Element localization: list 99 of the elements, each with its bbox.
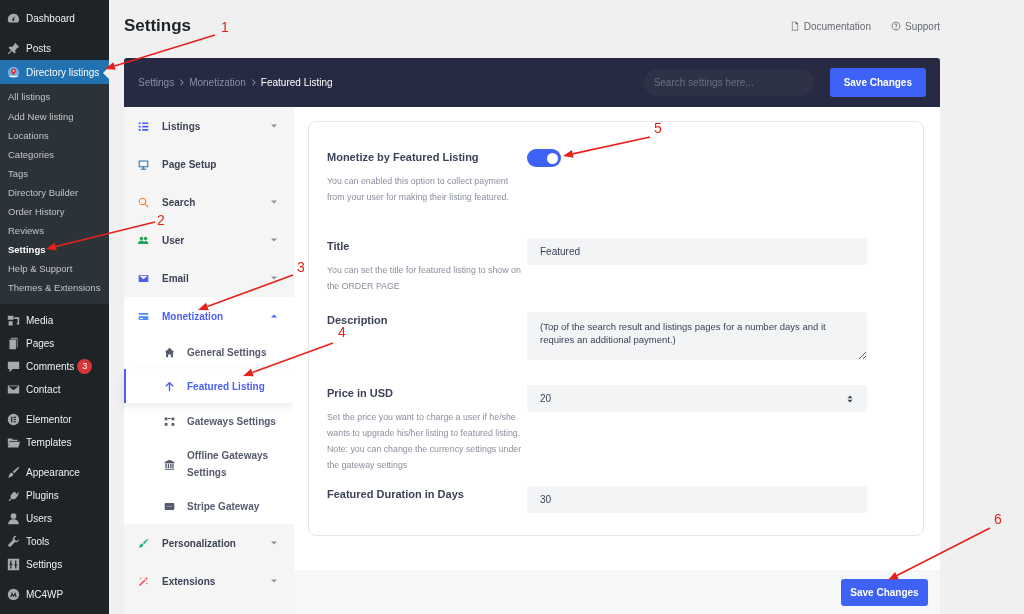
- bank-icon: [164, 458, 175, 470]
- input-field[interactable]: Featured: [527, 238, 867, 265]
- brush-icon: [138, 537, 149, 549]
- breadcrumb-link[interactable]: Settings: [138, 75, 175, 90]
- pages-icon: [7, 337, 20, 351]
- menu-item[interactable]: Media: [0, 309, 109, 333]
- submenu-item[interactable]: All listings: [0, 88, 109, 108]
- field-label: Price in USD: [327, 386, 395, 400]
- field-description: You can enabled this option to collect payment from your user for making their listing featured.: [327, 175, 510, 204]
- annotation-number: 6: [994, 512, 1002, 526]
- envelope-icon: [7, 383, 20, 397]
- submenu-item[interactable]: Directory Builder: [0, 183, 109, 203]
- plug-icon: [7, 489, 20, 503]
- text-area[interactable]: (Top of the search result and listings pages for a number days and it requires an additional payment.): [527, 312, 867, 360]
- annotation-number: 5: [654, 121, 662, 135]
- nav-item[interactable]: Monetization: [124, 304, 294, 328]
- field-label: Description: [327, 313, 389, 327]
- menu-item[interactable]: Posts: [0, 37, 109, 60]
- count-badge: 3: [77, 359, 93, 375]
- menu-item[interactable]: Directory listings: [0, 60, 109, 84]
- nav-subitem[interactable]: Offline Gateways Settings: [124, 439, 294, 489]
- submenu-item[interactable]: Tags: [0, 164, 109, 184]
- nav-item[interactable]: User: [124, 228, 294, 252]
- nav-item[interactable]: Search: [124, 190, 294, 214]
- nav-subitem[interactable]: Stripe Gateway: [124, 489, 294, 523]
- header-link[interactable]: Support: [890, 18, 940, 34]
- card-icon: [138, 310, 149, 322]
- menu-item[interactable]: Tools: [0, 530, 109, 554]
- breadcrumb-link[interactable]: Featured Listing: [260, 75, 333, 90]
- speech-bubble-icon: [7, 360, 20, 374]
- menu-item[interactable]: MC4WP: [0, 583, 109, 607]
- pin-icon: [7, 42, 20, 55]
- submenu-item[interactable]: Order History: [0, 202, 109, 222]
- up-arrow-icon: [164, 380, 175, 392]
- annotation-number: 2: [157, 213, 165, 227]
- field-description: Set the price you want to charge a user if he/she wants to upgrade his/her listing to featured listing. Note: you can change the currency settings under the gateway settings: [327, 411, 523, 472]
- sliders-icon: [7, 558, 20, 572]
- field-description: You can set the title for featured listing to show on the ORDER PAGE: [327, 264, 522, 293]
- list-icon: [138, 120, 149, 132]
- e-logo-icon: [7, 413, 20, 427]
- mc-logo-icon: [7, 588, 20, 602]
- nav-item[interactable]: Email: [124, 266, 294, 290]
- map-marker-icon: [7, 65, 20, 79]
- annotation-number: 4: [338, 325, 346, 339]
- submenu-item[interactable]: Categories: [0, 145, 109, 165]
- nav-subitem[interactable]: General Settings: [124, 335, 294, 369]
- number-field[interactable]: 20: [527, 385, 867, 412]
- annotation-number: 1: [221, 20, 229, 34]
- input-field[interactable]: 30: [527, 486, 867, 513]
- nodes-icon: [164, 415, 175, 427]
- brush-icon: [7, 466, 20, 480]
- menu-item[interactable]: Contact: [0, 378, 109, 402]
- page-title: Settings: [124, 15, 192, 38]
- header-link[interactable]: Documentation: [789, 18, 871, 34]
- search-field[interactable]: Search settings here...: [643, 69, 814, 96]
- nav-item[interactable]: Page Setup: [124, 152, 294, 176]
- nav-subitem[interactable]: Gateways Settings: [124, 403, 294, 439]
- envelope-icon: [138, 272, 149, 284]
- spinner-arrows-icon: [846, 394, 854, 403]
- card-icon: [164, 500, 175, 512]
- menu-item[interactable]: Dashboard: [0, 7, 109, 30]
- menu-item[interactable]: Users: [0, 507, 109, 531]
- menu-item[interactable]: Settings: [0, 553, 109, 577]
- submenu-item[interactable]: Settings: [0, 240, 109, 260]
- search-icon: [138, 196, 149, 208]
- monitor-icon: [138, 158, 149, 170]
- users-icon: [138, 234, 149, 246]
- menu-item[interactable]: Templates: [0, 431, 109, 455]
- field-label: Title: [327, 239, 351, 253]
- save-button[interactable]: Save Changes: [829, 68, 926, 97]
- nav-item[interactable]: Listings: [124, 114, 294, 138]
- person-icon: [7, 512, 20, 526]
- menu-item[interactable]: Appearance: [0, 461, 109, 485]
- house-icon: [164, 346, 175, 358]
- annotation-number: 3: [297, 260, 305, 274]
- submenu-item[interactable]: Locations: [0, 126, 109, 146]
- nav-item[interactable]: Personalization: [124, 531, 294, 555]
- menu-item[interactable]: Plugins: [0, 484, 109, 508]
- submenu-item[interactable]: Add New listing: [0, 107, 109, 127]
- submenu-item[interactable]: Reviews: [0, 221, 109, 241]
- submenu-item[interactable]: Themes & Extensions: [0, 278, 109, 299]
- breadcrumb-link[interactable]: Monetization: [189, 75, 246, 90]
- document-icon: [789, 21, 800, 31]
- folder-icon: [7, 436, 20, 450]
- toggle-switch[interactable]: [527, 149, 561, 167]
- chevron-right-icon: [178, 79, 186, 86]
- wrench-icon: [7, 535, 20, 549]
- menu-item[interactable]: Comments 3: [0, 355, 109, 379]
- submenu-item[interactable]: Help & Support: [0, 259, 109, 279]
- save-button[interactable]: Save Changes: [841, 578, 928, 606]
- nav-item[interactable]: Extensions: [124, 569, 294, 593]
- menu-item[interactable]: Pages: [0, 332, 109, 356]
- menu-item[interactable]: Elementor: [0, 408, 109, 432]
- wand-icon: [138, 575, 149, 587]
- field-label: Featured Duration in Days: [327, 487, 465, 501]
- gauge-icon: [7, 12, 20, 25]
- media-icon: [7, 314, 20, 328]
- field-label: Monetize by Featured Listing: [327, 150, 480, 164]
- nav-subitem[interactable]: Featured Listing: [124, 369, 294, 403]
